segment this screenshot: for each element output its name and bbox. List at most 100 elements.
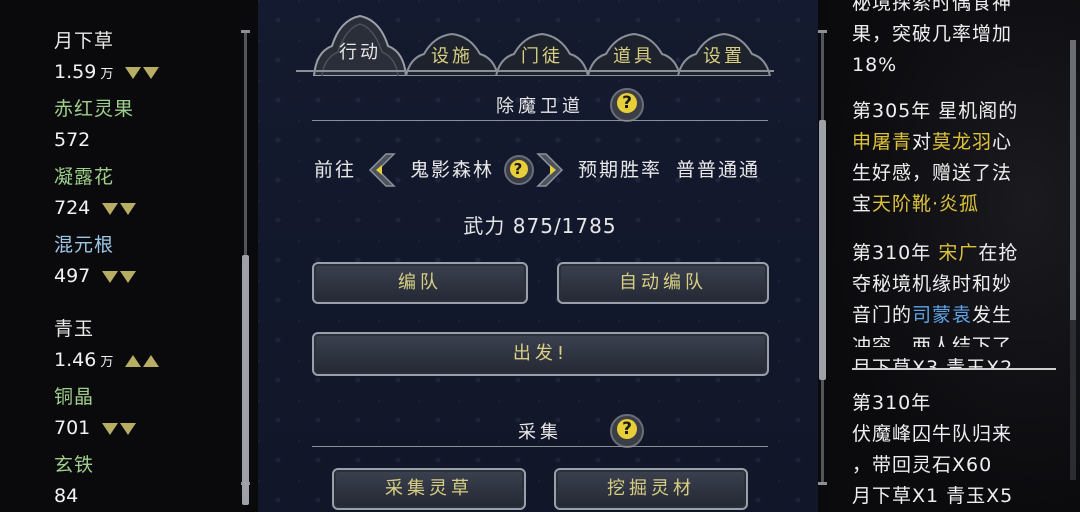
resource-item[interactable]: 玄铁 84 (54, 454, 94, 507)
trend-down-icon (100, 265, 137, 287)
triangle-down-icon (102, 270, 119, 283)
expected-win-rate-label: 预期胜率 (578, 159, 663, 181)
power-display: 武力 875/1785 (312, 210, 768, 239)
resource-unit: 万 (100, 355, 114, 370)
resource-value: 572 (54, 129, 91, 151)
character-name[interactable]: 申屠青 (852, 131, 912, 153)
log-line: 月下草X1 青玉X5 (852, 485, 1014, 507)
left-scrollbar-thumb[interactable] (242, 255, 249, 505)
resource-value-row: 1.46 万 (54, 349, 160, 374)
center-scrollbar[interactable] (818, 30, 827, 485)
resource-value: 497 (54, 265, 91, 287)
log-line: 果，突破几率增加 (852, 23, 1013, 45)
trend-down-icon (100, 417, 137, 439)
triangle-down-icon (102, 422, 119, 435)
help-icon[interactable]: ? (610, 414, 644, 448)
resource-item[interactable]: 赤红灵果 572 (54, 98, 134, 151)
log-line-clipped: 冲突，两人结下了 (852, 335, 1013, 347)
log-line: 伏魔峰囚牛队归来 (852, 423, 1013, 445)
center-scrollbar-bottom-cap (818, 482, 827, 485)
item-name[interactable]: 天阶靴·炎孤 (872, 193, 979, 215)
trend-up-icon (123, 349, 160, 371)
triangle-down-icon (143, 66, 160, 79)
resource-item[interactable]: 凝露花 724 (54, 166, 137, 219)
log-scrollbar-thumb[interactable] (1070, 40, 1076, 320)
resource-item[interactable]: 青玉 1.46 万 (54, 318, 160, 374)
team-button[interactable]: 编队 (312, 262, 528, 304)
resource-value-row: 1.59 万 (54, 61, 160, 86)
destination-help-glyph: ? (510, 160, 528, 178)
resource-name: 玄铁 (54, 454, 95, 476)
center-scrollbar-top-cap (818, 30, 827, 33)
tab-bar: 行动 设施 门徒 道具 设置 (296, 6, 776, 76)
character-name[interactable]: 司蒙袁 (912, 304, 972, 326)
expected-win-rate-value: 普普通通 (676, 159, 761, 181)
auto-team-button[interactable]: 自动编队 (557, 262, 769, 304)
help-icon-glyph: ? (617, 419, 637, 439)
section-divider (312, 446, 768, 447)
log-divider (852, 368, 1056, 370)
resource-name: 铜晶 (54, 386, 95, 408)
log-entry: 秘境探索时偶食神 果，突破几率增加 18% (852, 0, 1052, 81)
log-text: 心 (992, 131, 1013, 153)
destination-row: 前往 鬼影森林 ? 预期胜率 普普通通 (312, 152, 772, 188)
destination-name[interactable]: 鬼影森林 (410, 152, 494, 188)
tab-baseline (296, 70, 774, 72)
resource-name: 凝露花 (54, 166, 115, 188)
resource-value: 84 (54, 485, 79, 507)
resource-value-row: 701 (54, 417, 137, 439)
log-line: 第305年 星机阁的 (852, 100, 1019, 122)
log-line: ，带回灵石X60 (852, 454, 993, 476)
left-scrollbar[interactable] (241, 30, 250, 505)
resource-value-row: 84 (54, 485, 94, 507)
log-scrollbar[interactable] (1070, 40, 1076, 480)
resource-item[interactable]: 月下草 1.59 万 (54, 30, 160, 86)
resource-value-row: 724 (54, 197, 137, 219)
log-line: 18% (852, 54, 898, 76)
log-entry: 第310年 宋广在抢 夺秘境机缘时和妙 音门的司蒙袁发生 冲突，两人结下了 (852, 238, 1052, 347)
tab-action-label: 行动 (339, 42, 381, 63)
character-name[interactable]: 宋广 (938, 242, 978, 264)
resource-value: 701 (54, 417, 91, 439)
resource-value: 1.46 (54, 349, 97, 371)
destination-help-icon[interactable]: ? (504, 155, 534, 185)
section-title-gathering: 采集 (518, 422, 562, 443)
resource-value-row: 497 (54, 265, 137, 287)
triangle-down-icon (120, 422, 137, 435)
help-icon[interactable]: ? (610, 88, 644, 122)
mine-materials-button[interactable]: 挖掘灵材 (554, 468, 748, 510)
triangle-down-icon (120, 270, 137, 283)
resource-item[interactable]: 铜晶 701 (54, 386, 137, 439)
section-title-demon-slaying: 除魔卫道 (496, 96, 584, 117)
chevron-right-icon[interactable] (536, 152, 568, 188)
center-scrollbar-thumb[interactable] (819, 120, 826, 380)
log-text: 发生 (972, 304, 1013, 326)
resource-name: 青玉 (54, 318, 95, 340)
power-label: 武力 (463, 214, 506, 238)
gather-herb-button[interactable]: 采集灵草 (332, 468, 526, 510)
log-entry: 第310年 伏魔峰囚牛队归来 ，带回灵石X60 月下草X1 青玉X5 (852, 388, 1052, 512)
log-text: 宝 (852, 193, 873, 215)
log-line: 秘境探索时偶食神 (852, 0, 1013, 14)
chevron-left-icon[interactable] (364, 152, 396, 188)
triangle-down-icon (125, 66, 142, 79)
section-divider (312, 120, 768, 121)
resource-name: 月下草 (54, 30, 115, 52)
power-value: 875/1785 (512, 214, 617, 238)
tab-items-label: 道具 (613, 46, 655, 67)
tab-action[interactable]: 行动 (310, 12, 410, 76)
resource-sidebar: 月下草 1.59 万赤红灵果 572 凝露花 724 混元根 497 青玉 1.46 万铜晶 701 玄… (0, 0, 240, 512)
depart-button[interactable]: 出发! (312, 332, 769, 376)
resource-unit: 万 (100, 67, 114, 82)
log-line: 夺秘境机缘时和妙 (852, 273, 1013, 295)
resource-value: 724 (54, 197, 91, 219)
trend-down-icon (123, 61, 160, 83)
log-text: 音门的 (852, 304, 913, 326)
resource-value-row: 572 (54, 129, 134, 151)
help-icon-glyph: ? (617, 93, 637, 113)
character-name[interactable]: 莫龙羽 (932, 131, 992, 153)
resource-item[interactable]: 混元根 497 (54, 234, 137, 287)
triangle-up-icon (143, 354, 160, 367)
log-entry: 第305年 星机阁的 申屠青对莫龙羽心 生好感，赠送了法 宝天阶靴·炎孤 (852, 96, 1052, 220)
tab-disciples-label: 门徒 (521, 46, 563, 67)
